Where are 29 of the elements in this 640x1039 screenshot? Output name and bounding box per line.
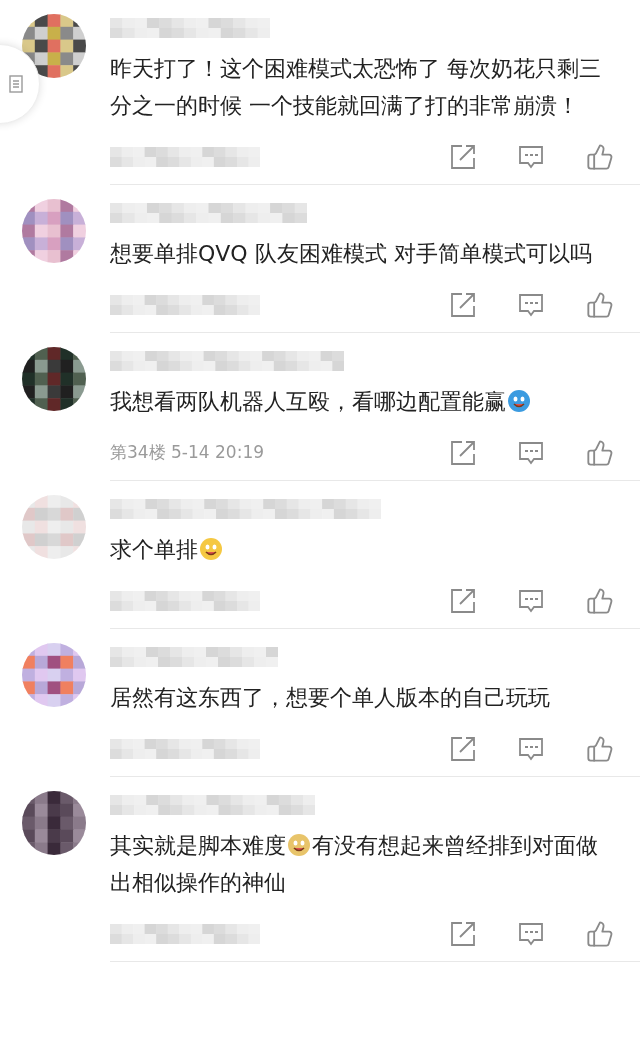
comment-icon[interactable] bbox=[518, 736, 544, 762]
avatar[interactable] bbox=[22, 347, 86, 411]
share-icon[interactable] bbox=[450, 921, 476, 947]
comment-icon[interactable] bbox=[518, 440, 544, 466]
like-icon[interactable] bbox=[586, 587, 614, 615]
like-icon[interactable] bbox=[586, 920, 614, 948]
comment-text: 其实就是脚本难度 有没有想起来曾经排到对面做出相似操作的神仙 bbox=[110, 832, 599, 897]
avatar[interactable] bbox=[22, 14, 86, 78]
list-icon bbox=[9, 75, 25, 93]
like-icon[interactable] bbox=[586, 143, 614, 171]
comment-text: 想要单排QVQ 队友困难模式 对手简单模式可以吗 bbox=[110, 240, 593, 268]
comment-icon[interactable] bbox=[518, 921, 544, 947]
share-icon[interactable] bbox=[450, 588, 476, 614]
comment-icon[interactable] bbox=[518, 144, 544, 170]
comment-text: 我想看两队机器人互殴，看哪边配置能赢 bbox=[110, 383, 640, 420]
share-icon[interactable] bbox=[450, 736, 476, 762]
share-icon[interactable] bbox=[450, 144, 476, 170]
comment-text: 昨天打了！这个困难模式太恐怖了 每次奶花只剩三分之一的时候 一个技能就回满了打的非常崩溃！ bbox=[110, 55, 602, 120]
share-icon[interactable] bbox=[450, 292, 476, 318]
comment-text: 求个单排 bbox=[110, 531, 640, 568]
comment-icon[interactable] bbox=[518, 588, 544, 614]
like-icon[interactable] bbox=[586, 735, 614, 763]
avatar[interactable] bbox=[22, 791, 86, 855]
share-icon[interactable] bbox=[450, 440, 476, 466]
floor-time: 第34楼 5-14 20:19 bbox=[110, 441, 264, 465]
like-icon[interactable] bbox=[586, 439, 614, 467]
comment-text: 居然有这东西了，想要个单人版本的自己玩玩 bbox=[110, 684, 551, 712]
like-icon[interactable] bbox=[586, 291, 614, 319]
comment-icon[interactable] bbox=[518, 292, 544, 318]
